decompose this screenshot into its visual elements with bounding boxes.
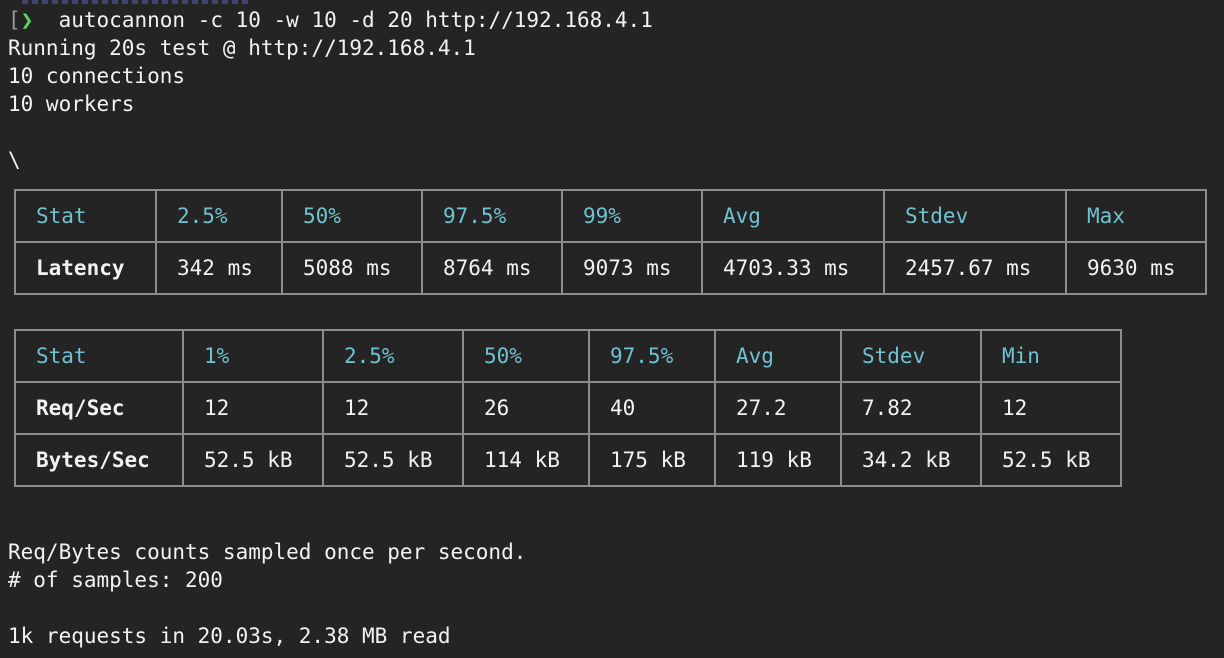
spinner-line: \ [8, 148, 21, 172]
header-cell: 50% [462, 329, 590, 383]
table-cell: 8764 ms [421, 241, 563, 295]
table-cell: 40 [588, 381, 716, 435]
row-label: Latency [14, 241, 157, 295]
previous-line-fragment [0, 0, 300, 4]
table-cell: 175 kB [588, 433, 716, 487]
table-cell: 12 [322, 381, 464, 435]
prompt-bracket: [ [8, 8, 21, 32]
terminal-window[interactable]: [❯ autocannon -c 10 -w 10 -d 20 http://1… [0, 0, 1224, 658]
table-cell: 7.82 [840, 381, 982, 435]
table-cell: 2457.67 ms [883, 241, 1067, 295]
header-cell: Min [980, 329, 1122, 383]
header-cell: Avg [701, 189, 885, 243]
table-cell: 342 ms [155, 241, 283, 295]
command-line: [❯ autocannon -c 10 -w 10 -d 20 http://1… [8, 6, 653, 34]
connections-line: 10 connections [8, 64, 186, 88]
table-cell: 12 [182, 381, 324, 435]
latency-header-row: Stat 2.5% 50% 97.5% 99% Avg Stdev Max [14, 189, 1207, 243]
table-cell: 114 kB [462, 433, 590, 487]
header-cell: Stat [14, 329, 184, 383]
table-cell: 119 kB [714, 433, 842, 487]
header-cell: 1% [182, 329, 324, 383]
header-cell: Stdev [883, 189, 1067, 243]
header-cell: 99% [561, 189, 703, 243]
command-text: autocannon -c 10 -w 10 -d 20 http://192.… [58, 8, 653, 32]
table-cell: 12 [980, 381, 1122, 435]
header-cell: Max [1065, 189, 1207, 243]
header-cell: 2.5% [322, 329, 464, 383]
latency-table: Stat 2.5% 50% 97.5% 99% Avg Stdev Max La… [14, 189, 1207, 295]
header-cell: 2.5% [155, 189, 283, 243]
table-cell: 52.5 kB [182, 433, 324, 487]
table-cell: 52.5 kB [322, 433, 464, 487]
table-row: Bytes/Sec 52.5 kB 52.5 kB 114 kB 175 kB … [14, 433, 1122, 487]
throughput-header-row: Stat 1% 2.5% 50% 97.5% Avg Stdev Min [14, 329, 1122, 383]
table-cell: 26 [462, 381, 590, 435]
table-cell: 52.5 kB [980, 433, 1122, 487]
workers-line: 10 workers [8, 92, 135, 116]
row-label: Req/Sec [14, 381, 184, 435]
header-cell: Stdev [840, 329, 982, 383]
header-cell: 50% [281, 189, 423, 243]
table-cell: 5088 ms [281, 241, 423, 295]
prompt-chevron-icon: ❯ [20, 8, 34, 32]
table-cell: 9073 ms [561, 241, 703, 295]
header-cell: 97.5% [421, 189, 563, 243]
table-cell: 4703.33 ms [701, 241, 885, 295]
summary-line: 1k requests in 20.03s, 2.38 MB read [8, 624, 451, 648]
header-cell: 97.5% [588, 329, 716, 383]
header-cell: Avg [714, 329, 842, 383]
header-cell: Stat [14, 189, 157, 243]
throughput-table: Stat 1% 2.5% 50% 97.5% Avg Stdev Min Req… [14, 329, 1122, 487]
table-row: Req/Sec 12 12 26 40 27.2 7.82 12 [14, 381, 1122, 435]
table-row: Latency 342 ms 5088 ms 8764 ms 9073 ms 4… [14, 241, 1207, 295]
samples-count: # of samples: 200 [8, 568, 223, 592]
running-line: Running 20s test @ http://192.168.4.1 [8, 36, 476, 60]
row-label: Bytes/Sec [14, 433, 184, 487]
table-cell: 34.2 kB [840, 433, 982, 487]
sampling-note: Req/Bytes counts sampled once per second… [8, 540, 527, 564]
table-cell: 9630 ms [1065, 241, 1207, 295]
table-cell: 27.2 [714, 381, 842, 435]
